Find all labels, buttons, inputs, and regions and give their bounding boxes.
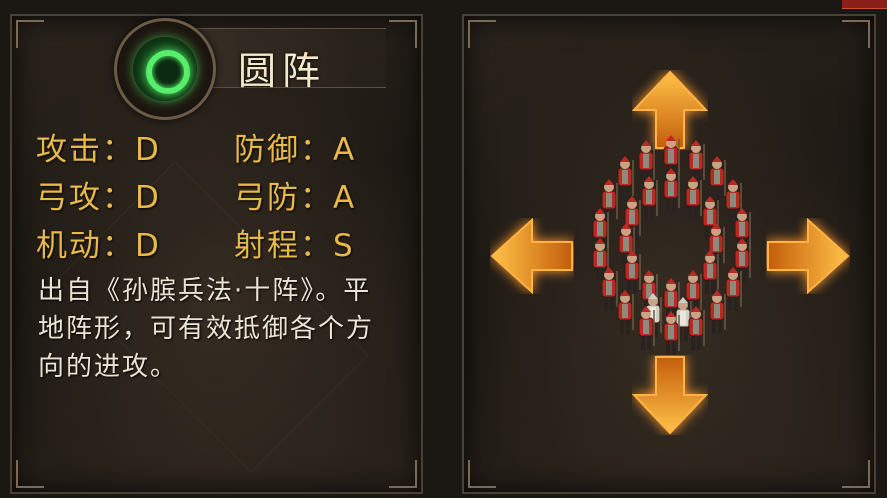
corner-ornament <box>468 460 496 488</box>
formation-description: 出自《孙膑兵法·十阵》。平地阵形，可有效抵御各个方向的进攻。 <box>38 276 375 382</box>
stat-attack: 攻击：D <box>36 124 161 169</box>
window-edge-tab <box>842 0 887 9</box>
soldier-unit <box>685 305 707 356</box>
stat-defense-label: 防御： <box>234 132 333 168</box>
formation-title: 圆阵 <box>238 49 327 93</box>
soldier-unit <box>614 290 636 340</box>
soldier-unit <box>660 168 682 218</box>
corner-ornament <box>842 460 870 488</box>
green-ring-icon <box>133 37 197 101</box>
stat-range: 射程：S <box>234 220 355 265</box>
stat-defense-value: A <box>333 132 357 168</box>
arrow-down-icon <box>632 355 708 435</box>
stat-range-label: 射程： <box>234 228 333 264</box>
stat-mobility-value: D <box>135 228 161 264</box>
corner-ornament <box>389 460 417 488</box>
stat-bow-defense-value: A <box>333 180 357 216</box>
stat-bow-attack: 弓攻：D <box>36 172 161 217</box>
arrow-left-icon <box>490 218 574 294</box>
soldier-unit <box>635 305 657 356</box>
stat-attack-value: D <box>135 132 161 168</box>
stat-defense: 防御：A <box>234 124 356 169</box>
stat-bow-attack-label: 弓攻： <box>36 180 135 216</box>
stat-bow-attack-value: D <box>135 180 161 216</box>
corner-ornament <box>842 20 870 48</box>
stat-mobility: 机动：D <box>36 220 161 265</box>
corner-ornament <box>16 460 44 488</box>
formation-emblem <box>114 18 216 120</box>
arrow-right-icon <box>766 218 850 294</box>
soldier-unit <box>706 290 728 340</box>
corner-ornament <box>468 20 496 48</box>
stat-bow-defense: 弓防：A <box>234 172 356 217</box>
corner-ornament <box>389 20 417 48</box>
corner-ornament <box>16 20 44 48</box>
stat-range-value: S <box>333 228 355 264</box>
soldier-unit <box>660 311 682 361</box>
stat-bow-defense-label: 弓防： <box>234 180 333 216</box>
stat-mobility-label: 机动： <box>36 228 135 264</box>
stat-attack-label: 攻击： <box>36 132 135 168</box>
